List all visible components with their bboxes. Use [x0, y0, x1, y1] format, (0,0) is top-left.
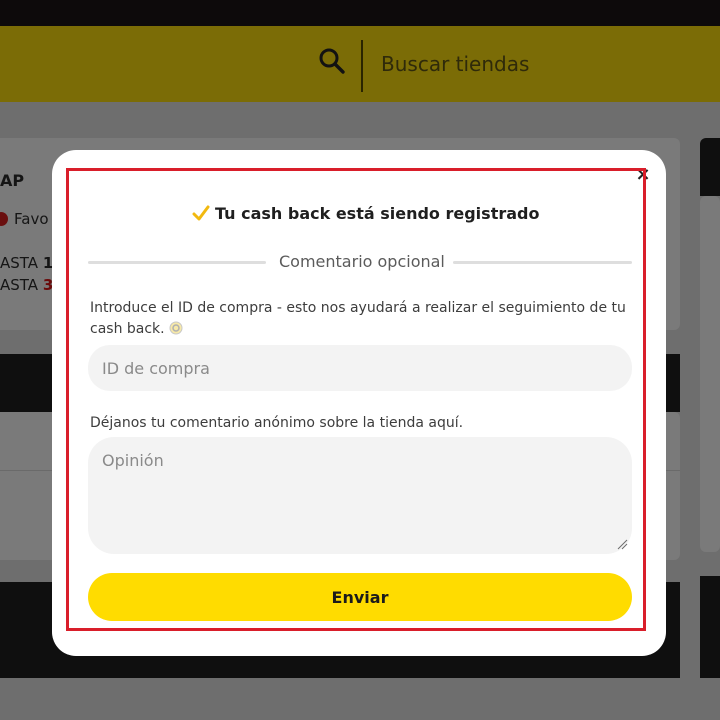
bottom-right-card-header — [700, 576, 720, 678]
section-label: Comentario opcional — [279, 252, 445, 271]
store-name: AP — [0, 171, 25, 190]
opinion-textarea[interactable] — [88, 437, 632, 554]
site-header — [0, 26, 720, 102]
right-card-header — [700, 138, 720, 196]
info-icon[interactable] — [169, 321, 183, 335]
cashback-line-2-prefix: ASTA — [0, 276, 43, 294]
search-icon[interactable] — [318, 47, 346, 75]
search-input[interactable]: Buscar tiendas — [381, 50, 529, 78]
submit-button[interactable]: Enviar — [88, 573, 632, 621]
resize-grip-icon[interactable] — [617, 539, 628, 550]
section-divider: Comentario opcional — [88, 250, 632, 274]
modal-title-text: Tu cash back está siendo registrado — [215, 203, 540, 223]
divider-line-right — [453, 261, 632, 264]
purchase-id-input[interactable] — [88, 345, 632, 391]
cashback-line-1-prefix: ASTA — [0, 254, 43, 272]
check-icon — [192, 205, 210, 221]
top-bar — [0, 0, 720, 26]
purchase-id-help: Introduce el ID de compra - esto nos ayu… — [90, 298, 635, 340]
search-divider — [361, 40, 363, 92]
favorite-label[interactable]: Favo — [14, 210, 49, 228]
close-button[interactable]: × — [634, 166, 652, 184]
divider-line-left — [88, 261, 266, 264]
right-card — [700, 196, 720, 552]
comment-help: Déjanos tu comentario anónimo sobre la t… — [90, 415, 464, 431]
modal-title: Tu cash back está siendo registrado — [192, 201, 539, 225]
